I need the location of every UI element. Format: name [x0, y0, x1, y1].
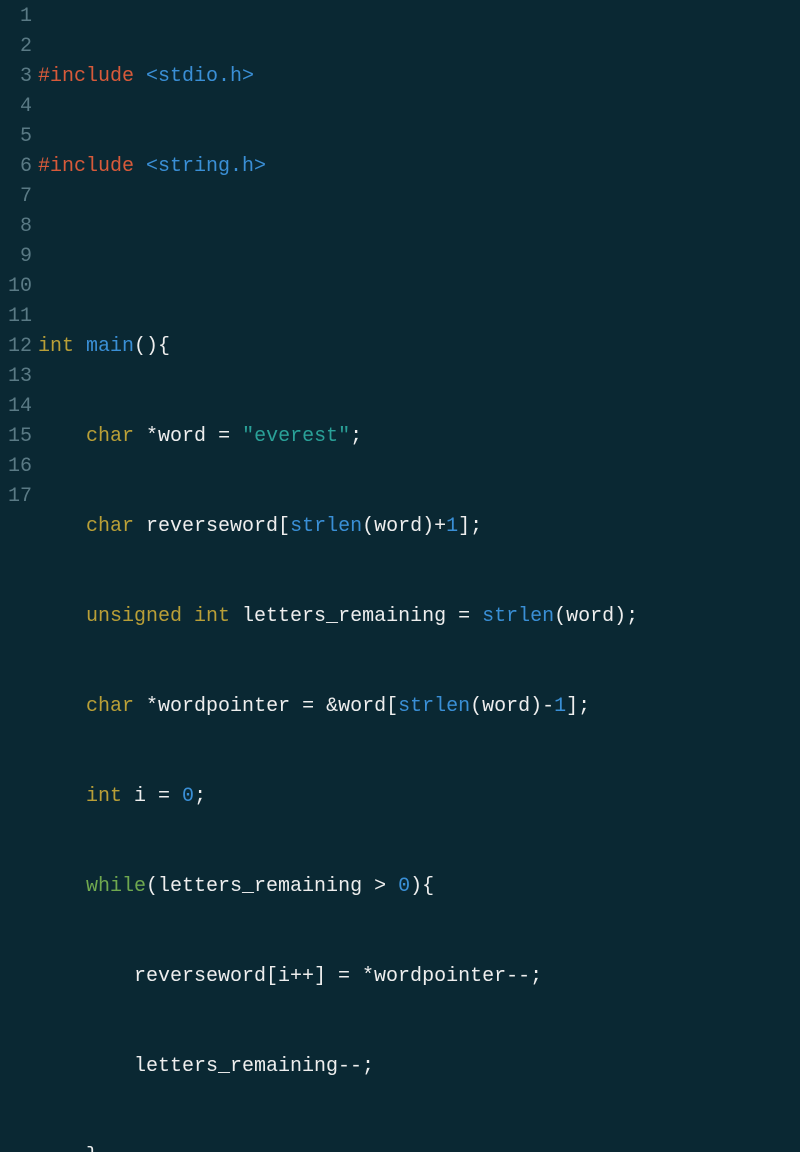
code-line[interactable]: while(letters_remaining > 0){ — [38, 872, 800, 902]
code-line[interactable]: int i = 0; — [38, 782, 800, 812]
code-line[interactable]: char *wordpointer = &word[strlen(word)-1… — [38, 692, 800, 722]
line-number: 7 — [0, 182, 32, 212]
code-line[interactable]: #include <string.h> — [38, 152, 800, 182]
line-number: 9 — [0, 242, 32, 272]
code-line[interactable]: } — [38, 1142, 800, 1152]
code-editor[interactable]: 1 2 3 4 5 6 7 8 9 10 11 12 13 14 15 16 1… — [0, 0, 800, 1152]
line-number: 6 — [0, 152, 32, 182]
line-number: 8 — [0, 212, 32, 242]
code-line[interactable]: reverseword[i++] = *wordpointer--; — [38, 962, 800, 992]
line-number: 15 — [0, 422, 32, 452]
line-number: 11 — [0, 302, 32, 332]
code-line[interactable]: #include <stdio.h> — [38, 62, 800, 92]
code-line[interactable]: int main(){ — [38, 332, 800, 362]
line-number: 2 — [0, 32, 32, 62]
line-number: 5 — [0, 122, 32, 152]
code-line[interactable]: char reverseword[strlen(word)+1]; — [38, 512, 800, 542]
line-number: 13 — [0, 362, 32, 392]
code-area[interactable]: #include <stdio.h> #include <string.h> i… — [38, 2, 800, 1152]
code-line[interactable]: unsigned int letters_remaining = strlen(… — [38, 602, 800, 632]
line-number: 16 — [0, 452, 32, 482]
line-number: 10 — [0, 272, 32, 302]
line-number: 3 — [0, 62, 32, 92]
line-number: 17 — [0, 482, 32, 512]
code-line[interactable]: letters_remaining--; — [38, 1052, 800, 1082]
line-number: 1 — [0, 2, 32, 32]
line-number: 4 — [0, 92, 32, 122]
line-number: 14 — [0, 392, 32, 422]
code-line[interactable] — [38, 242, 800, 272]
line-number: 12 — [0, 332, 32, 362]
code-line[interactable]: char *word = "everest"; — [38, 422, 800, 452]
line-number-gutter: 1 2 3 4 5 6 7 8 9 10 11 12 13 14 15 16 1… — [0, 2, 38, 1152]
